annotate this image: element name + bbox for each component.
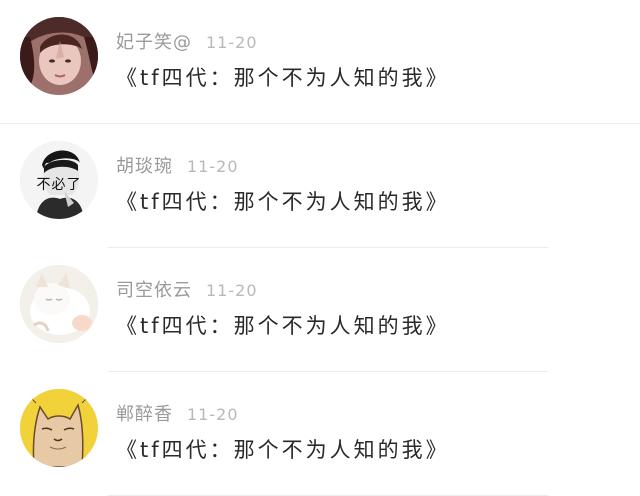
avatar-caption: 不必了 (36, 177, 82, 193)
comment-date: 11-20 (187, 405, 239, 424)
comment-item[interactable]: 郸醉香 11-20 《tf四代：那个不为人知的我》 (0, 372, 640, 496)
comment-item[interactable]: 不必了 胡琰琬 11-20 《tf四代：那个不为人知的我》 (0, 124, 640, 248)
comment-text: 《tf四代：那个不为人知的我》 (116, 190, 450, 214)
comment-meta: 妃子笑@ 11-20 (116, 28, 258, 53)
comment-item[interactable]: 司空依云 11-20 《tf四代：那个不为人知的我》 (0, 248, 640, 372)
avatar[interactable] (20, 17, 98, 95)
username[interactable]: 郸醉香 (116, 404, 173, 425)
comment-text: 《tf四代：那个不为人知的我》 (116, 66, 450, 90)
comment-date: 11-20 (206, 33, 258, 52)
comment-meta: 司空依云 11-20 (116, 276, 258, 301)
avatar[interactable] (20, 389, 98, 467)
comment-text: 《tf四代：那个不为人知的我》 (116, 438, 450, 462)
avatar[interactable] (20, 265, 98, 343)
avatar[interactable]: 不必了 (20, 141, 98, 219)
comment-date: 11-20 (187, 157, 239, 176)
comment-date: 11-20 (206, 281, 258, 300)
username[interactable]: 妃子笑@ (116, 32, 192, 53)
comment-text: 《tf四代：那个不为人知的我》 (116, 314, 450, 338)
white-cat-avatar-icon (20, 265, 98, 343)
username[interactable]: 司空依云 (116, 280, 192, 301)
girl-portrait-avatar-icon (20, 17, 98, 95)
comment-meta: 胡琰琬 11-20 (116, 152, 239, 177)
comment-item[interactable]: 妃子笑@ 11-20 《tf四代：那个不为人知的我》 (0, 0, 640, 124)
comment-meta: 郸醉香 11-20 (116, 400, 239, 425)
cartoon-cat-avatar-icon (20, 389, 98, 467)
comment-feed: 妃子笑@ 11-20 《tf四代：那个不为人知的我》 不必了 胡琰琬 11-20 《… (0, 0, 640, 496)
username[interactable]: 胡琰琬 (116, 156, 173, 177)
